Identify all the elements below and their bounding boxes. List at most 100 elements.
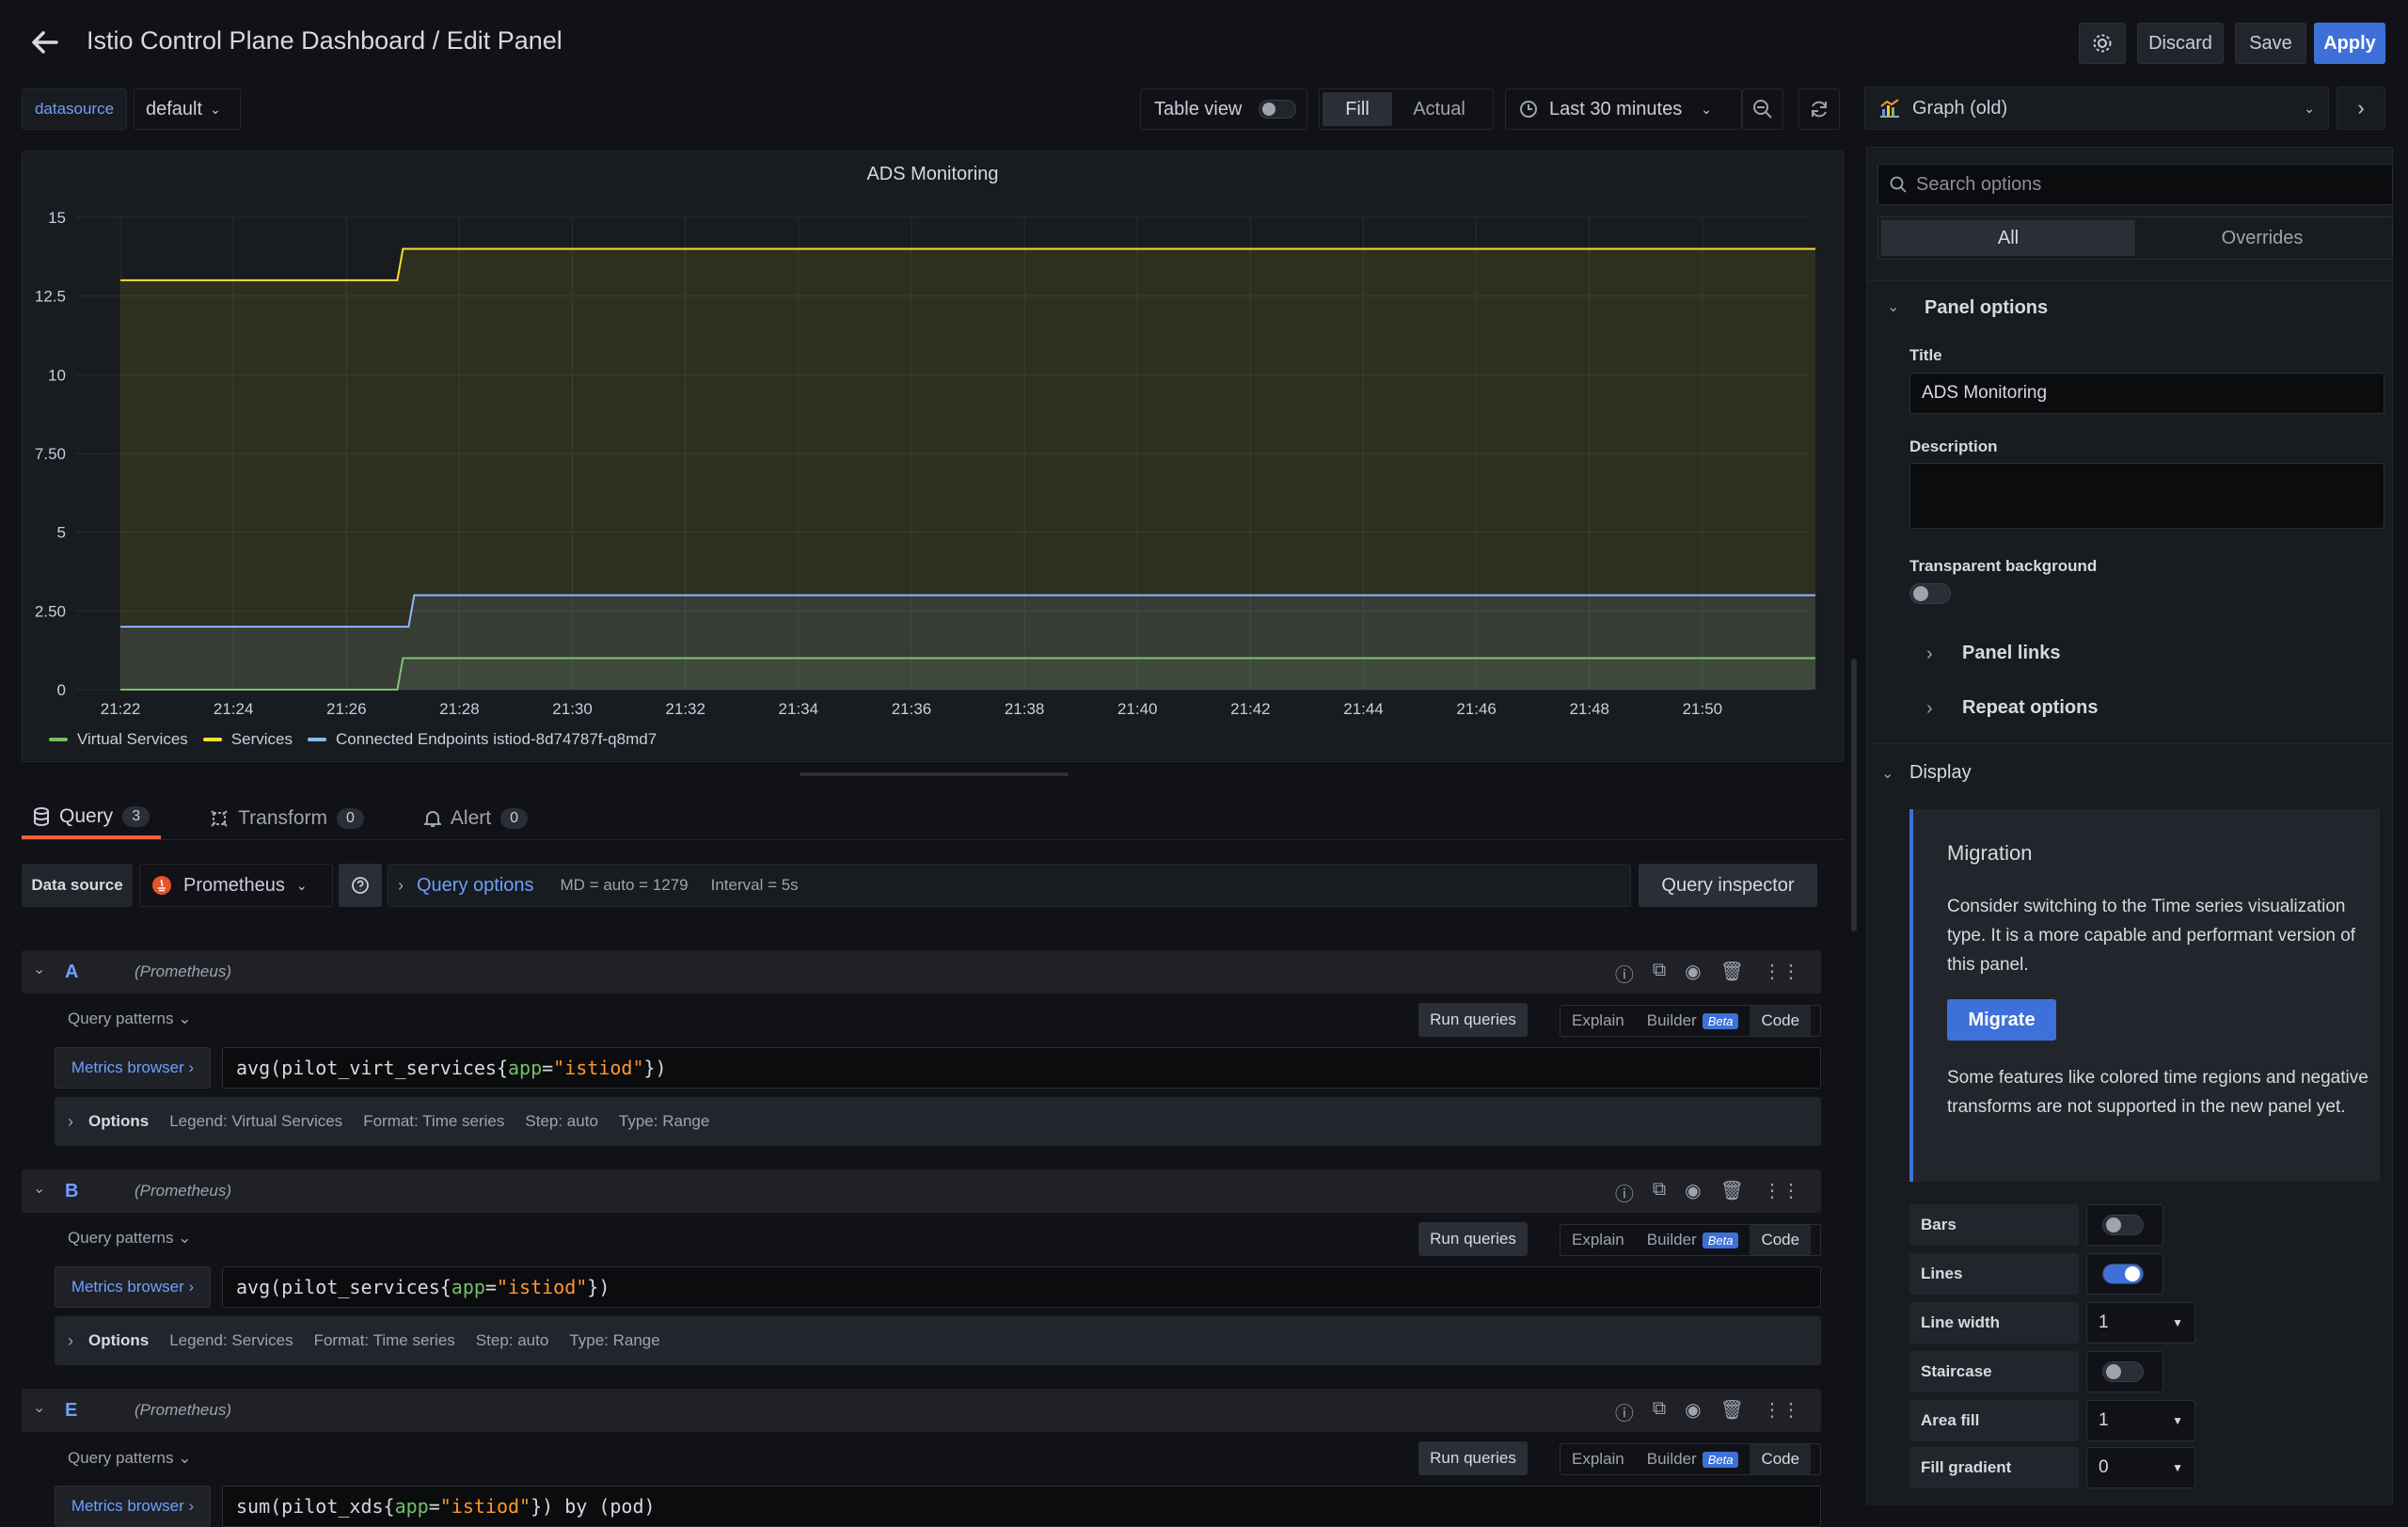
- query-options-row[interactable]: › Options Legend: Virtual Services Forma…: [55, 1097, 1821, 1146]
- panel-resize-handle[interactable]: [800, 772, 1069, 776]
- tab-alert-label: Alert: [450, 807, 492, 829]
- run-queries-button[interactable]: Run queries: [1418, 1003, 1528, 1037]
- explain-toggle[interactable]: Explain: [1560, 1006, 1636, 1036]
- options-search-input[interactable]: Search options: [1877, 164, 2393, 205]
- tab-transform[interactable]: Transform 0: [198, 798, 375, 839]
- run-queries-button[interactable]: Run queries: [1418, 1222, 1528, 1256]
- query-inspector-button[interactable]: Query inspector: [1639, 864, 1817, 907]
- run-queries-button[interactable]: Run queries: [1418, 1441, 1528, 1475]
- query-expression-input[interactable]: sum(pilot_xds{app = "istiod"}) by (pod): [222, 1486, 1821, 1527]
- chevron-right-icon[interactable]: ›: [1926, 644, 1933, 665]
- query-row-header-e[interactable]: ⌄ E (Prometheus) ⓘ ⧉ ◉ 🗑 ⋮⋮: [22, 1389, 1821, 1432]
- drag-handle-icon[interactable]: ⋮⋮: [1763, 960, 1800, 987]
- apply-button[interactable]: Apply: [2314, 23, 2385, 64]
- table-view-toggle[interactable]: Table view: [1140, 88, 1307, 130]
- drag-handle-icon[interactable]: ⋮⋮: [1763, 1398, 1800, 1425]
- query-expression-input[interactable]: avg(pilot_services{app = "istiod"}): [222, 1266, 1821, 1308]
- query-patterns-dropdown[interactable]: Query patterns ⌄: [68, 1229, 191, 1248]
- title-input[interactable]: ADS Monitoring: [1909, 373, 2384, 414]
- datasource-help-button[interactable]: [339, 864, 382, 907]
- collapse-options-button[interactable]: ›: [2337, 87, 2385, 130]
- description-textarea[interactable]: [1909, 463, 2384, 529]
- time-picker[interactable]: Last 30 minutes ⌄: [1505, 88, 1742, 130]
- duplicate-icon[interactable]: ⧉: [1653, 960, 1666, 987]
- legend-item[interactable]: Virtual Services: [49, 730, 188, 749]
- line-width-select[interactable]: 1 ▼: [2086, 1302, 2195, 1344]
- lines-switch[interactable]: [2102, 1264, 2144, 1284]
- migrate-button[interactable]: Migrate: [1947, 999, 2056, 1041]
- zoom-out-button[interactable]: [1742, 88, 1783, 130]
- builder-mode-button[interactable]: Builder Beta: [1636, 1225, 1751, 1255]
- chevron-down-icon[interactable]: ⌄: [33, 1179, 45, 1198]
- trash-icon[interactable]: 🗑: [1720, 1179, 1744, 1206]
- legend-item[interactable]: Services: [202, 730, 293, 749]
- code-mode-button[interactable]: Code: [1750, 1225, 1812, 1255]
- actual-button[interactable]: Actual: [1392, 92, 1486, 126]
- tab-query-label: Query: [59, 805, 114, 827]
- legend-item[interactable]: Connected Endpoints istiod-8d74787f-q8md…: [307, 730, 657, 749]
- back-arrow-icon[interactable]: [28, 26, 60, 58]
- table-view-switch[interactable]: [1259, 100, 1297, 119]
- duplicate-icon[interactable]: ⧉: [1653, 1398, 1666, 1425]
- legend-label: Connected Endpoints istiod-8d74787f-q8md…: [335, 730, 657, 748]
- query-options-bar[interactable]: › Query options MD = auto = 1279 Interva…: [388, 864, 1631, 907]
- explain-toggle[interactable]: Explain: [1560, 1444, 1636, 1474]
- builder-mode-button[interactable]: Builder Beta: [1636, 1006, 1751, 1036]
- query-patterns-dropdown[interactable]: Query patterns ⌄: [68, 1010, 191, 1028]
- transparent-background-switch[interactable]: [1909, 583, 1951, 604]
- bars-switch[interactable]: [2102, 1215, 2144, 1235]
- tab-overrides[interactable]: Overrides: [2135, 220, 2389, 256]
- help-icon[interactable]: ⓘ: [1615, 960, 1634, 987]
- area-fill-label: Area fill: [1909, 1400, 2079, 1441]
- panel-links-heading[interactable]: Panel links: [1962, 643, 2061, 664]
- x-tick-label: 21:22: [101, 700, 141, 716]
- duplicate-icon[interactable]: ⧉: [1653, 1179, 1666, 1206]
- chevron-right-icon[interactable]: ›: [1926, 698, 1933, 720]
- query-options-row[interactable]: › Options Legend: Services Format: Time …: [55, 1316, 1821, 1365]
- builder-mode-button[interactable]: Builder Beta: [1636, 1444, 1751, 1474]
- visualization-picker[interactable]: Graph (old) ⌄: [1864, 87, 2329, 130]
- trash-icon[interactable]: 🗑: [1720, 960, 1744, 987]
- explain-toggle[interactable]: Explain: [1560, 1225, 1636, 1255]
- help-icon[interactable]: ⓘ: [1615, 1398, 1634, 1425]
- eye-icon[interactable]: ◉: [1685, 1179, 1701, 1206]
- query-row-header-b[interactable]: ⌄ B (Prometheus) ⓘ ⧉ ◉ 🗑 ⋮⋮: [22, 1169, 1821, 1213]
- tab-alert[interactable]: Alert 0: [413, 798, 539, 839]
- area-fill-select[interactable]: 1 ▼: [2086, 1400, 2195, 1441]
- query-tabs: Query 3 Transform 0 Alert 0: [22, 798, 539, 839]
- eye-icon[interactable]: ◉: [1685, 960, 1701, 987]
- repeat-options-heading[interactable]: Repeat options: [1962, 697, 2098, 719]
- page-title: Istio Control Plane Dashboard / Edit Pan…: [87, 26, 562, 55]
- fill-button[interactable]: Fill: [1323, 92, 1392, 126]
- query-row-header-a[interactable]: ⌄ A (Prometheus) ⓘ ⧉ ◉ 🗑 ⋮⋮: [22, 950, 1821, 994]
- staircase-switch[interactable]: [2102, 1361, 2144, 1382]
- metrics-browser-button[interactable]: Metrics browser ›: [55, 1047, 211, 1089]
- tab-transform-label: Transform: [238, 807, 327, 829]
- code-mode-button[interactable]: Code: [1750, 1444, 1812, 1474]
- fill-gradient-select[interactable]: 0 ▼: [2086, 1447, 2195, 1488]
- code-mode-button[interactable]: Code: [1750, 1006, 1812, 1036]
- eye-icon[interactable]: ◉: [1685, 1398, 1701, 1425]
- trash-icon[interactable]: 🗑: [1720, 1398, 1744, 1425]
- editor-scrollbar[interactable]: [1851, 659, 1857, 931]
- chevron-down-icon[interactable]: ⌄: [1887, 297, 1899, 316]
- help-icon[interactable]: ⓘ: [1615, 1179, 1634, 1206]
- metrics-browser-button[interactable]: Metrics browser ›: [55, 1486, 211, 1527]
- discard-button[interactable]: Discard: [2137, 23, 2224, 64]
- query-patterns-dropdown[interactable]: Query patterns ⌄: [68, 1449, 191, 1468]
- tab-query[interactable]: Query 3: [22, 798, 162, 839]
- query-expression-input[interactable]: avg(pilot_virt_services{app = "istiod"}): [222, 1047, 1821, 1089]
- datasource-variable-select[interactable]: default ⌄: [134, 88, 241, 130]
- datasource-picker[interactable]: Prometheus ⌄: [139, 864, 333, 907]
- chevron-down-icon[interactable]: ⌄: [33, 960, 45, 978]
- drag-handle-icon[interactable]: ⋮⋮: [1763, 1179, 1800, 1206]
- display-heading[interactable]: Display: [1909, 762, 1972, 784]
- refresh-button[interactable]: [1798, 88, 1840, 130]
- metrics-browser-button[interactable]: Metrics browser ›: [55, 1266, 211, 1308]
- dashboard-settings-button[interactable]: [2079, 23, 2126, 64]
- save-button[interactable]: Save: [2235, 23, 2306, 64]
- chevron-down-icon[interactable]: ⌄: [33, 1398, 45, 1417]
- panel-options-heading[interactable]: Panel options: [1925, 297, 2048, 319]
- chevron-down-icon[interactable]: ⌄: [1881, 764, 1893, 783]
- tab-all[interactable]: All: [1881, 220, 2135, 256]
